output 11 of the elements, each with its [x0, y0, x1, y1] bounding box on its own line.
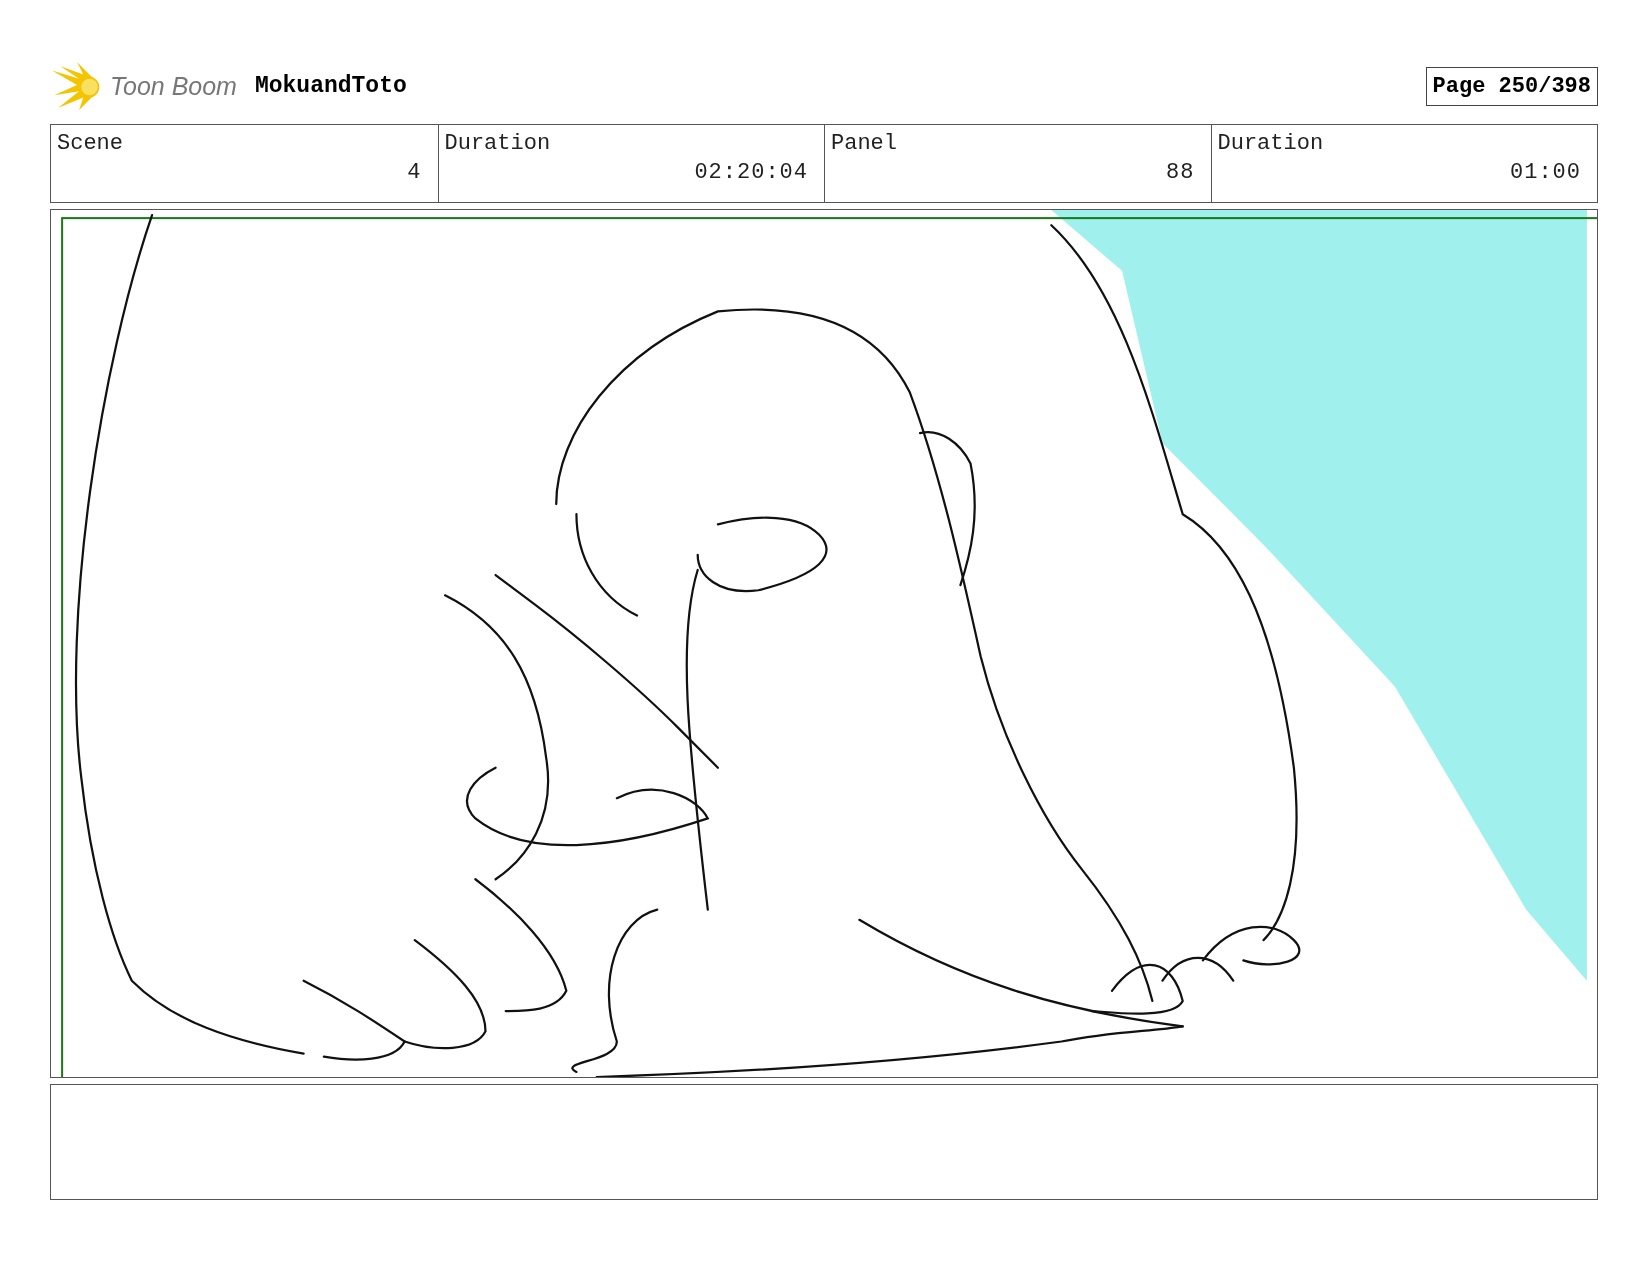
page-number: Page 250/398 [1425, 66, 1598, 106]
info-value: 4 [407, 160, 422, 185]
info-label: Duration [444, 131, 552, 156]
info-value: 88 [1166, 160, 1195, 185]
info-label: Scene [57, 131, 124, 156]
logo-text: Toon Boom [110, 71, 237, 101]
info-label: Duration [1217, 131, 1325, 156]
info-label: Panel [831, 131, 898, 156]
project-title: MokuandToto [254, 73, 407, 99]
info-value: 02:20:04 [694, 160, 808, 185]
info-value: 01:00 [1510, 160, 1581, 185]
